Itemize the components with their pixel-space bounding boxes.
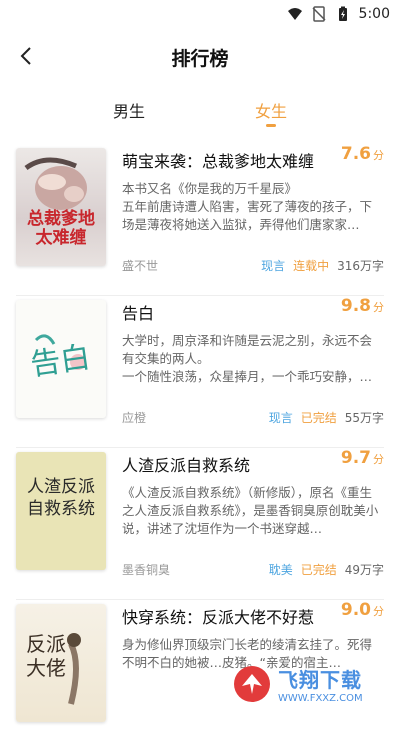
book-description: 《人渣反派自救系统》（新修版），原名《重生之人渣反派自救系统》，是墨香铜臭原创耽… <box>122 485 379 536</box>
ranking-list: 总裁爹地太难缠 萌宝来袭：总裁爹地太难缠 7.6 分 本书又名《你是我的万千星辰》… <box>0 144 400 752</box>
cover-title: 告白 <box>28 339 93 383</box>
status-tag: 已完结 <box>300 411 337 425</box>
book-author[interactable]: 盛不世 <box>122 257 253 274</box>
no-sim-icon <box>312 6 326 22</box>
genre-tag: 耽美 <box>268 563 293 577</box>
tab-male-label: 男生 <box>112 102 145 121</box>
watermark-logo-icon <box>234 666 270 702</box>
genre-tag: 现言 <box>268 411 293 425</box>
book-meta: 应橙 现言 已完结 55万字 <box>122 409 384 426</box>
score-value: 9.8 <box>340 296 371 316</box>
score-value: 7.6 <box>340 144 371 164</box>
book-meta: 墨香铜臭 耽美 已完结 49万字 <box>122 561 384 578</box>
book-info: 告白 9.8 分 大学时，周京泽和许随是云泥之别，永远不会有交集的两人。 一个随性… <box>122 296 384 426</box>
word-count: 316万字 <box>337 259 384 273</box>
book-item[interactable]: 告白 告白 9.8 分 大学时，周京泽和许随是云泥之别，永远不会有交集的两人。 一… <box>0 296 400 448</box>
score-unit: 分 <box>373 301 384 314</box>
book-description: 大学时，周京泽和许随是云泥之别，永远不会有交集的两人。 一个随性浪荡，众星捧月，… <box>122 333 373 384</box>
book-description: 本书又名《你是我的万千星辰》 五年前唐诗遭人陷害，害死了薄夜的孩子，下场是薄夜将… <box>122 181 373 232</box>
back-button[interactable] <box>12 42 40 70</box>
status-tag: 已完结 <box>300 563 337 577</box>
status-bar: 5:00 <box>0 0 400 28</box>
tab-female-label: 女生 <box>255 102 288 121</box>
score-unit: 分 <box>373 605 384 618</box>
active-tab-indicator <box>266 124 276 127</box>
score-value: 9.7 <box>340 448 371 468</box>
status-tag: 连载中 <box>293 259 330 273</box>
genre-tag: 现言 <box>261 259 286 273</box>
wifi-icon <box>287 8 302 20</box>
watermark: 飞翔下载 WWW.FXXZ.COM <box>232 662 382 706</box>
watermark-text: 飞翔下载 WWW.FXXZ.COM <box>278 664 363 704</box>
book-score: 9.0 分 <box>341 600 384 620</box>
score-value: 9.0 <box>340 600 371 620</box>
cover-art <box>24 157 87 210</box>
cover-title: 人渣反派自救系统 <box>27 477 95 519</box>
score-unit: 分 <box>373 453 384 466</box>
word-count: 49万字 <box>344 563 384 577</box>
book-info: 萌宝来袭：总裁爹地太难缠 7.6 分 本书又名《你是我的万千星辰》 五年前唐诗遭人… <box>122 144 384 274</box>
book-info: 人渣反派自救系统 9.7 分 《人渣反派自救系统》（新修版），原名《重生之人渣反派… <box>122 448 384 578</box>
book-cover: 告白 <box>16 300 106 418</box>
book-score: 9.8 分 <box>341 296 384 316</box>
page-title: 排行榜 <box>171 47 229 70</box>
header: 排行榜 <box>0 28 400 86</box>
watermark-url: WWW.FXXZ.COM <box>278 693 363 704</box>
book-cover: 人渣反派自救系统 <box>16 452 106 570</box>
book-item[interactable]: 人渣反派自救系统 人渣反派自救系统 9.7 分 《人渣反派自救系统》（新修版），原… <box>0 448 400 600</box>
status-time: 5:00 <box>358 6 390 22</box>
tab-male[interactable]: 男生 <box>113 98 145 122</box>
book-author[interactable]: 应橙 <box>122 409 261 426</box>
book-author[interactable]: 墨香铜臭 <box>122 561 261 578</box>
book-score: 9.7 分 <box>341 448 384 468</box>
book-cover: 反派大佬 <box>16 604 106 722</box>
watermark-brand: 飞翔下载 <box>278 668 362 692</box>
back-arrow-icon <box>20 47 31 65</box>
book-meta: 盛不世 现言 连载中 316万字 <box>122 257 384 274</box>
book-item[interactable]: 总裁爹地太难缠 萌宝来袭：总裁爹地太难缠 7.6 分 本书又名《你是我的万千星辰》… <box>0 144 400 296</box>
book-cover: 总裁爹地太难缠 <box>16 148 106 266</box>
tab-female[interactable]: 女生 <box>255 98 288 127</box>
gender-tabs: 男生 女生 <box>0 86 400 144</box>
battery-charging-icon <box>338 6 347 21</box>
score-unit: 分 <box>373 149 384 162</box>
cover-art <box>67 633 81 705</box>
cover-title: 总裁爹地太难缠 <box>27 209 95 248</box>
word-count: 55万字 <box>344 411 384 425</box>
book-score: 7.6 分 <box>341 144 384 164</box>
